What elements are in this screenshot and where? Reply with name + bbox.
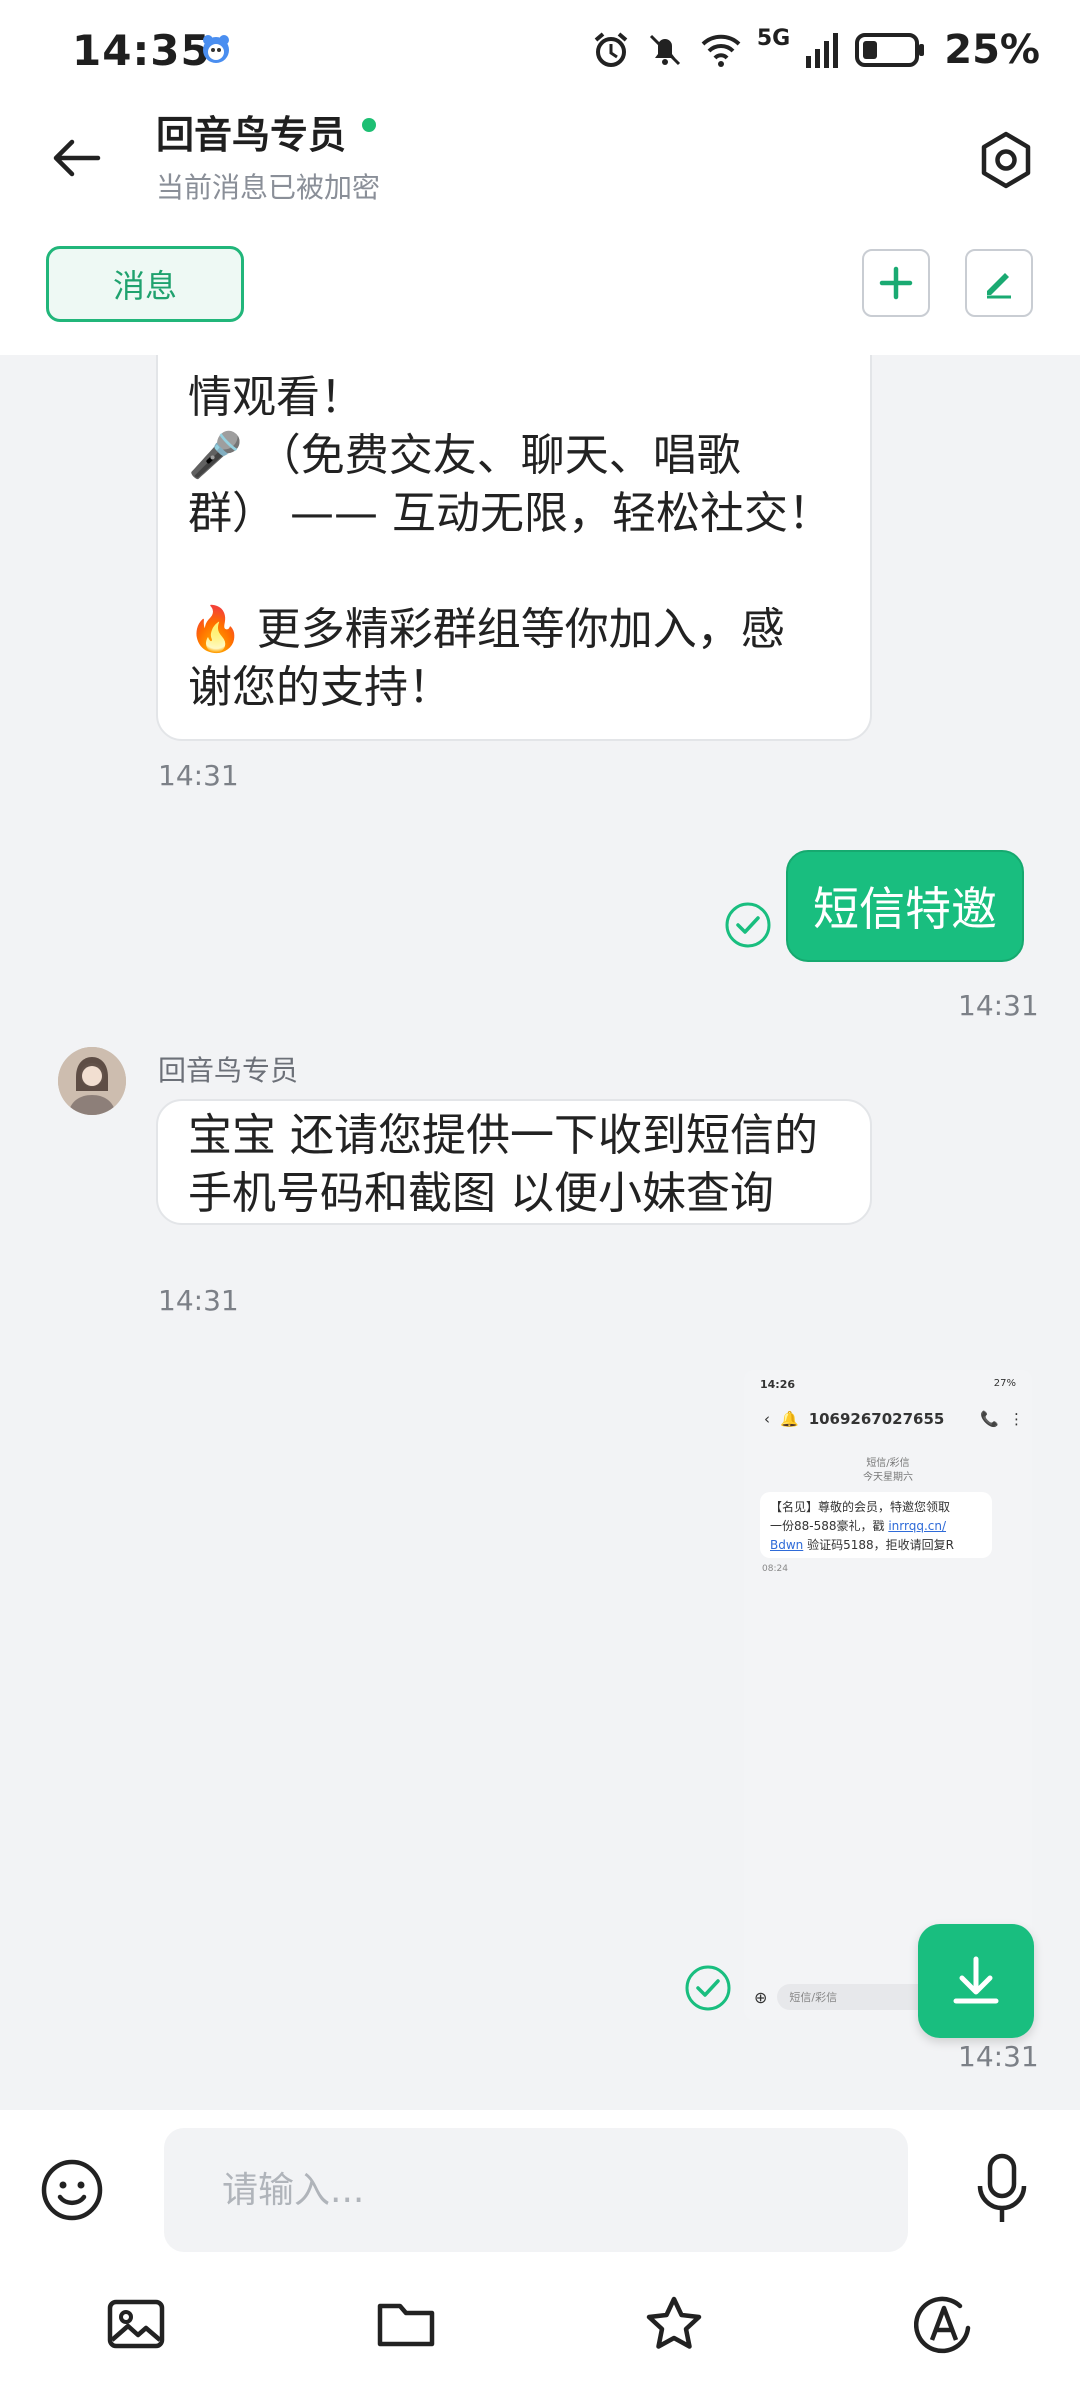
sms-screenshot-image[interactable]: 14:26 27% ‹ 🔔 1069267027655 📞 ⋮ 短信/彩信 今天… xyxy=(744,1370,1032,2020)
message-line: 情观看！ xyxy=(188,372,364,423)
thumb-sms-line: 【名见】尊敬的会员，特邀您领取 xyxy=(770,1500,951,1514)
thumb-back-icon: ‹ xyxy=(764,1410,770,1428)
tab-row: 消息 xyxy=(0,230,1080,355)
text-a-icon xyxy=(914,2296,971,2354)
plus-icon xyxy=(879,266,913,300)
edit-button[interactable] xyxy=(965,249,1033,317)
chat-header: 回音鸟专员 当前消息已被加密 xyxy=(0,100,1080,230)
message-line: 🎤 （免费交友、聊天、唱歌 xyxy=(188,430,741,481)
emoji-button[interactable] xyxy=(38,2156,106,2224)
message-timestamp: 14:31 xyxy=(958,2040,1039,2073)
add-button[interactable] xyxy=(862,249,930,317)
image-icon xyxy=(107,2299,165,2349)
folder-icon xyxy=(377,2303,435,2347)
network-type-label: 5G xyxy=(756,26,791,51)
incoming-message-bubble[interactable]: 情观看！ 🎤 （免费交友、聊天、唱歌 群） —— 互动无限，轻松社交！ 🔥 更多… xyxy=(156,355,872,741)
thumb-sms-link: Bdwn xyxy=(770,1538,804,1552)
pencil-icon xyxy=(987,273,1011,299)
thumb-sms-text: 一份88-588豪礼，戳 xyxy=(770,1519,889,1533)
status-bar: 14:35 5G 25% xyxy=(0,0,1080,100)
battery-icon xyxy=(855,33,925,67)
thumb-sms-link: inrrqq.cn/ xyxy=(888,1519,947,1533)
chat-area[interactable]: 情观看！ 🎤 （免费交友、聊天、唱歌 群） —— 互动无限，轻松社交！ 🔥 更多… xyxy=(0,355,1080,2110)
mute-bell-icon xyxy=(649,34,680,66)
message-line: 群） —— 互动无限，轻松社交！ xyxy=(188,488,832,539)
image-button[interactable] xyxy=(104,2292,168,2356)
thumb-date-label: 短信/彩信 xyxy=(866,1458,910,1469)
message-timestamp: 14:31 xyxy=(958,989,1039,1022)
thumb-more-icon: ⋮ xyxy=(1009,1410,1024,1428)
sender-name: 回音鸟专员 xyxy=(158,1054,299,1087)
input-bar xyxy=(0,2110,1080,2400)
thumb-plus-icon: ⊕ xyxy=(754,1987,768,2007)
sender-avatar[interactable] xyxy=(58,1047,126,1115)
microphone-button[interactable] xyxy=(972,2152,1032,2228)
message-line xyxy=(188,543,840,601)
translate-button[interactable] xyxy=(912,2292,976,2356)
thumb-bell-icon: 🔔 xyxy=(780,1410,799,1428)
thumb-call-icon: 📞 xyxy=(980,1410,999,1428)
app-notification-icon xyxy=(203,35,229,63)
thumb-status-time: 14:26 xyxy=(760,1378,796,1391)
thumb-sms-card: 【名见】尊敬的会员，特邀您领取 一份88-588豪礼，戳 inrrqq.cn/ … xyxy=(760,1492,992,1558)
hexagon-settings-icon xyxy=(981,131,1031,189)
thumb-conversation-header: ‹ 🔔 1069267027655 📞 ⋮ xyxy=(764,1404,1024,1434)
back-button[interactable] xyxy=(40,122,112,194)
download-icon xyxy=(953,1956,999,2004)
folder-button[interactable] xyxy=(374,2292,438,2356)
read-check-icon xyxy=(685,1965,731,2011)
message-line: 谢您的支持！ xyxy=(188,662,452,713)
alarm-icon xyxy=(594,32,628,67)
outgoing-message-bubble[interactable]: 短信特邀 xyxy=(786,850,1024,962)
status-time: 14:35 xyxy=(72,26,211,75)
thumb-sms-line: 一份88-588豪礼，戳 inrrqq.cn/ xyxy=(770,1517,982,1536)
favorite-button[interactable] xyxy=(642,2292,706,2356)
message-line: 🔥 更多精彩群组等你加入，感 xyxy=(188,604,785,655)
encryption-notice: 当前消息已被加密 xyxy=(156,171,381,204)
chat-title: 回音鸟专员 xyxy=(156,113,347,157)
message-input[interactable] xyxy=(164,2128,908,2252)
avatar-image xyxy=(58,1047,126,1115)
battery-percent: 25% xyxy=(944,27,1040,73)
thumb-sms-text: 验证码5188，拒收请回复R xyxy=(803,1538,954,1552)
wifi-icon xyxy=(701,34,741,67)
message-timestamp: 14:31 xyxy=(158,1284,239,1317)
incoming-message-bubble[interactable]: 宝宝 还请您提供一下收到短信的 手机号码和截图 以便小妹查询 xyxy=(156,1099,872,1225)
read-check-icon xyxy=(725,902,771,948)
settings-button[interactable] xyxy=(966,120,1046,200)
message-line: 手机号码和截图 以便小妹查询 xyxy=(188,1168,774,1219)
arrow-left-icon xyxy=(53,139,101,177)
download-button[interactable] xyxy=(918,1924,1034,2038)
message-timestamp: 14:31 xyxy=(158,759,239,792)
thumb-phone-number: 1069267027655 xyxy=(808,1410,945,1428)
signal-icon xyxy=(806,33,839,68)
thumb-date-label: 今天星期六 xyxy=(863,1472,913,1483)
message-line: 宝宝 还请您提供一下收到短信的 xyxy=(188,1110,818,1161)
thumb-sms-line: Bdwn 验证码5188，拒收请回复R xyxy=(770,1536,982,1555)
thumb-sms-time: 08:24 xyxy=(762,1564,788,1574)
star-icon xyxy=(646,2296,702,2349)
online-status-dot xyxy=(362,118,376,132)
thumb-status-battery: 27% xyxy=(993,1378,1016,1389)
tab-messages[interactable]: 消息 xyxy=(46,246,244,322)
